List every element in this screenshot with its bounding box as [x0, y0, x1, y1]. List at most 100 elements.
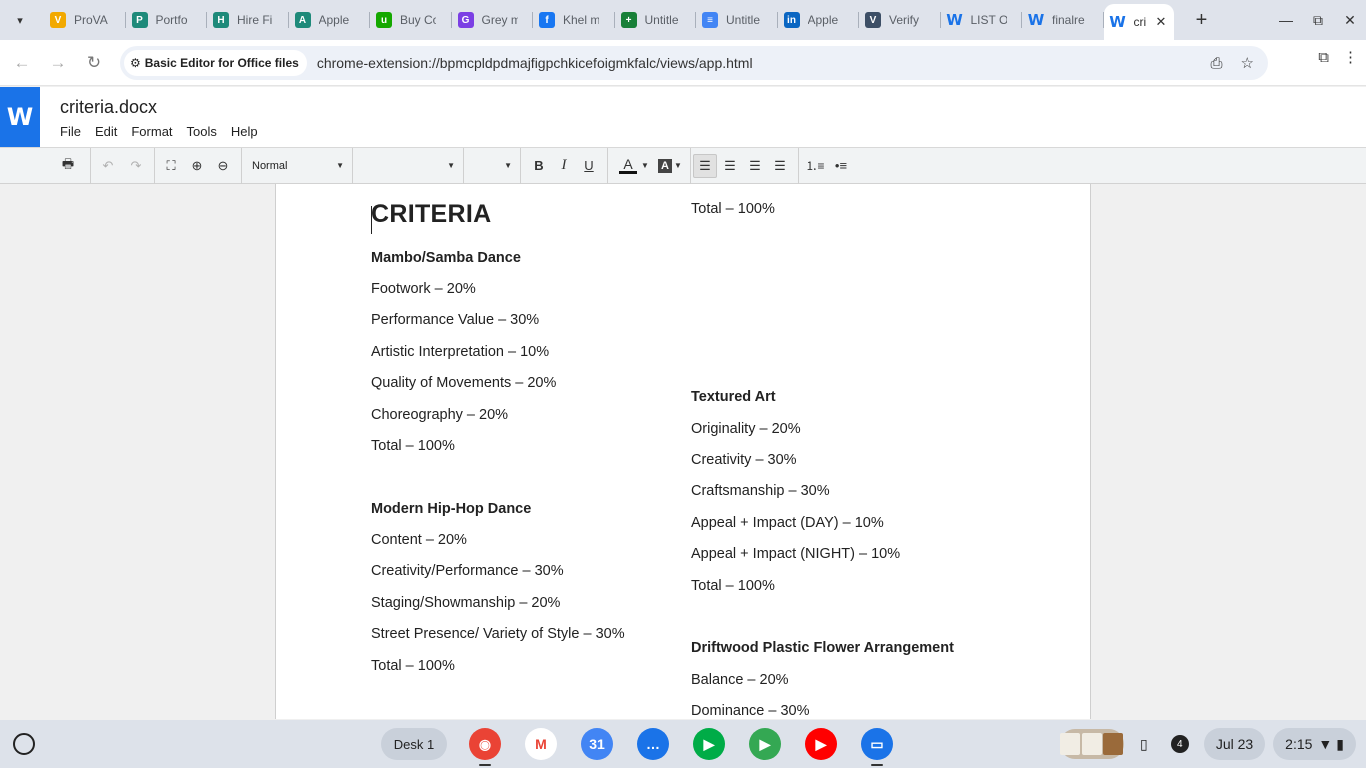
notification-center[interactable]: 4 [1164, 728, 1196, 760]
browser-tab[interactable]: in Apple [778, 0, 860, 40]
chrome-icon[interactable]: ◉ [469, 728, 501, 766]
criteria-line: Choreography – 20% [371, 407, 509, 423]
phone-hub-icon[interactable]: ▯ [1132, 728, 1156, 760]
tab-search-chevron-icon[interactable]: ▾ [8, 8, 32, 32]
chevron-down-icon[interactable]: ▼ [640, 154, 650, 178]
holding-space-thumbnails[interactable] [1059, 729, 1124, 759]
browser-tab-label: LIST O [970, 13, 1007, 27]
browser-tab[interactable]: G Grey m [452, 0, 534, 40]
grey-icon: G [457, 12, 474, 28]
chrome-glyph: ◉ [478, 735, 492, 752]
maximize-icon[interactable]: ⧉ [1302, 12, 1334, 29]
docs-icon: ≡ [702, 12, 718, 28]
meet-icon[interactable]: ▶ [693, 728, 725, 760]
undo-icon[interactable]: ↶ [96, 154, 120, 178]
gmail-icon[interactable]: M [525, 728, 557, 760]
browser-tab-label: Grey m [481, 13, 518, 27]
zoom-out-icon[interactable]: ⊖ [211, 154, 235, 178]
bold-button[interactable]: B [527, 154, 551, 178]
menu-file[interactable]: File [60, 124, 81, 139]
url-text[interactable]: chrome-extension://bpmcpldpdmajfigpchkic… [317, 55, 753, 71]
align-right-icon[interactable]: ☰ [743, 154, 767, 178]
install-app-icon[interactable]: ⎙ [1211, 55, 1223, 72]
browser-tab[interactable]: P Portfo [126, 0, 208, 40]
font-family-select[interactable]: ▼ [353, 148, 463, 184]
calendar-glyph: 31 [589, 736, 605, 752]
files-icon[interactable]: ▭ [861, 728, 893, 766]
extension-icon: ⚙ [130, 56, 141, 70]
menu-tools[interactable]: Tools [187, 124, 217, 139]
browser-tab[interactable]: V ProVA [44, 0, 126, 40]
apple-icon: A [294, 12, 311, 28]
paragraph-style-select[interactable]: Normal ▼ [242, 148, 352, 184]
launcher-icon[interactable] [13, 733, 35, 755]
running-indicator [479, 764, 491, 766]
reload-button[interactable]: ↻ [80, 49, 108, 77]
meet-glyph: ▶ [703, 735, 715, 752]
browser-tab[interactable]: u Buy Co [370, 0, 452, 40]
menu-kebab-icon[interactable]: ⋮ [1343, 48, 1358, 66]
chat-icon[interactable]: … [637, 728, 669, 760]
underline-button[interactable]: U [577, 154, 601, 178]
chevron-down-icon[interactable]: ▼ [672, 154, 684, 178]
fit-page-icon[interactable]: ⛶ [159, 154, 183, 178]
system-tray-pill[interactable]: 2:15 ▼ ▮ [1273, 728, 1356, 760]
extensions-puzzle-icon[interactable]: ⧉ [1318, 49, 1329, 66]
browser-tab[interactable]: V Verify [859, 0, 941, 40]
site-info-chip[interactable]: ⚙ Basic Editor for Office files [124, 50, 307, 76]
calendar-icon[interactable]: 31 [581, 728, 613, 760]
redo-icon[interactable]: ↷ [124, 154, 148, 178]
files-glyph: ▭ [870, 735, 884, 752]
bookmark-star-icon[interactable]: ☆ [1241, 54, 1254, 72]
numbered-list-icon[interactable]: ⒈≡ [803, 154, 827, 178]
wifi-icon: ▼ [1318, 736, 1333, 752]
align-justify-icon[interactable]: ☰ [768, 154, 792, 178]
date-pill[interactable]: Jul 23 [1203, 728, 1266, 760]
close-tab-icon[interactable]: ✕ [1156, 14, 1167, 30]
word-icon: W [1027, 11, 1045, 29]
document-page[interactable]: CRITERIA Mambo/Samba Dance Footwork – 20%… [275, 184, 1091, 719]
document-name[interactable]: criteria.docx [60, 97, 157, 118]
omnibox[interactable]: ⚙ Basic Editor for Office files chrome-e… [120, 46, 1268, 80]
browser-tab-active[interactable]: Wcri ✕ [1103, 4, 1174, 40]
criteria-line: Performance Value – 30% [371, 312, 540, 328]
status-tray: ▯ 4 Jul 23 2:15 ▼ ▮ [1059, 728, 1356, 760]
desk-button[interactable]: Desk 1 [381, 728, 447, 760]
criteria-line: Total – 100% [371, 438, 455, 454]
menu-help[interactable]: Help [231, 124, 258, 139]
browser-tab[interactable]: H Hire Fi [207, 0, 289, 40]
font-color-button[interactable]: A [616, 154, 640, 178]
italic-button[interactable]: I [552, 154, 576, 178]
menu-edit[interactable]: Edit [95, 124, 117, 139]
browser-tab[interactable]: ≡ Untitle [696, 0, 778, 40]
new-tab-button[interactable]: + [1190, 8, 1214, 32]
toolbar-divider [520, 147, 521, 184]
browser-tab[interactable]: f Khel m [533, 0, 615, 40]
paragraph-style-value: Normal [252, 159, 288, 172]
criteria-line: Street Presence/ Variety of Style – 30% [371, 626, 625, 642]
browser-tab[interactable]: Wfinalre [1022, 0, 1104, 40]
print-icon[interactable]: 🖶 [56, 154, 80, 178]
chevron-down-icon: ▼ [447, 161, 455, 170]
browser-tab[interactable]: A Apple [289, 0, 371, 40]
zoom-in-icon[interactable]: ⊕ [185, 154, 209, 178]
criteria-line: Artistic Interpretation – 10% [371, 344, 550, 360]
minimize-icon[interactable]: — [1270, 12, 1302, 28]
browser-tab-label: Untitle [644, 13, 679, 27]
bulleted-list-icon[interactable]: •≡ [829, 154, 853, 178]
menu-format[interactable]: Format [131, 124, 172, 139]
browser-tab-label: Untitle [726, 13, 761, 27]
close-window-icon[interactable]: ✕ [1334, 12, 1366, 29]
play-store-icon[interactable]: ▶ [749, 728, 781, 760]
youtube-icon[interactable]: ▶ [805, 728, 837, 760]
align-center-icon[interactable]: ☰ [718, 154, 742, 178]
font-size-select[interactable]: ▼ [464, 148, 520, 184]
browser-tab[interactable]: W LIST O [941, 0, 1023, 40]
align-left-icon[interactable]: ☰ [693, 153, 717, 178]
highlight-color-icon[interactable]: A [658, 158, 672, 173]
forward-button[interactable]: → [44, 49, 72, 77]
browser-toolbar: ← → ↻ ⚙ Basic Editor for Office files ch… [0, 40, 1366, 86]
site-info-label: Basic Editor for Office files [144, 56, 299, 70]
browser-tab[interactable]: + Untitle [615, 0, 697, 40]
back-button[interactable]: ← [8, 49, 36, 77]
